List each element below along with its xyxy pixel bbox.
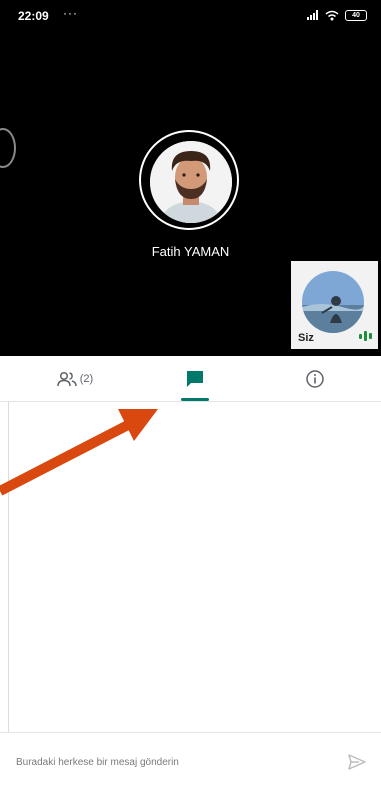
people-count: (2)	[79, 373, 94, 385]
info-icon	[306, 370, 324, 388]
send-button[interactable]	[345, 751, 369, 773]
message-input[interactable]	[16, 753, 316, 771]
status-time: 22:09	[18, 9, 49, 23]
edge-handle	[0, 128, 16, 168]
active-tab-indicator	[181, 398, 209, 401]
send-icon	[348, 754, 366, 770]
tab-people[interactable]: (2)	[20, 356, 130, 402]
meeting-tabs: (2)	[0, 356, 381, 402]
signal-icon	[307, 10, 318, 20]
people-icon	[57, 371, 77, 387]
chat-icon	[187, 371, 203, 387]
caller-avatar	[150, 141, 232, 223]
status-more-dots: ···	[63, 6, 78, 20]
status-icons: 40	[307, 8, 367, 22]
self-video-tile[interactable]: Siz	[291, 261, 378, 349]
wifi-icon	[325, 10, 339, 20]
caller-name: Fatih YAMAN	[151, 244, 230, 259]
self-avatar	[302, 271, 364, 333]
message-composer	[0, 732, 381, 788]
speaking-indicator-icon	[359, 331, 372, 341]
chat-messages-area	[0, 402, 381, 732]
battery-icon: 40	[345, 9, 367, 21]
battery-level: 40	[352, 11, 360, 19]
status-bar: 22:09 ··· 40	[0, 0, 381, 30]
self-label: Siz	[298, 332, 314, 344]
video-area: 22:09 ··· 40 Fatih YAMAN Siz	[0, 0, 381, 356]
meet-screen: 22:09 ··· 40 Fatih YAMAN Siz (2) Buradak…	[0, 0, 381, 788]
tab-info[interactable]	[260, 356, 370, 402]
frame-edge	[8, 402, 9, 742]
tab-chat[interactable]	[140, 356, 250, 402]
